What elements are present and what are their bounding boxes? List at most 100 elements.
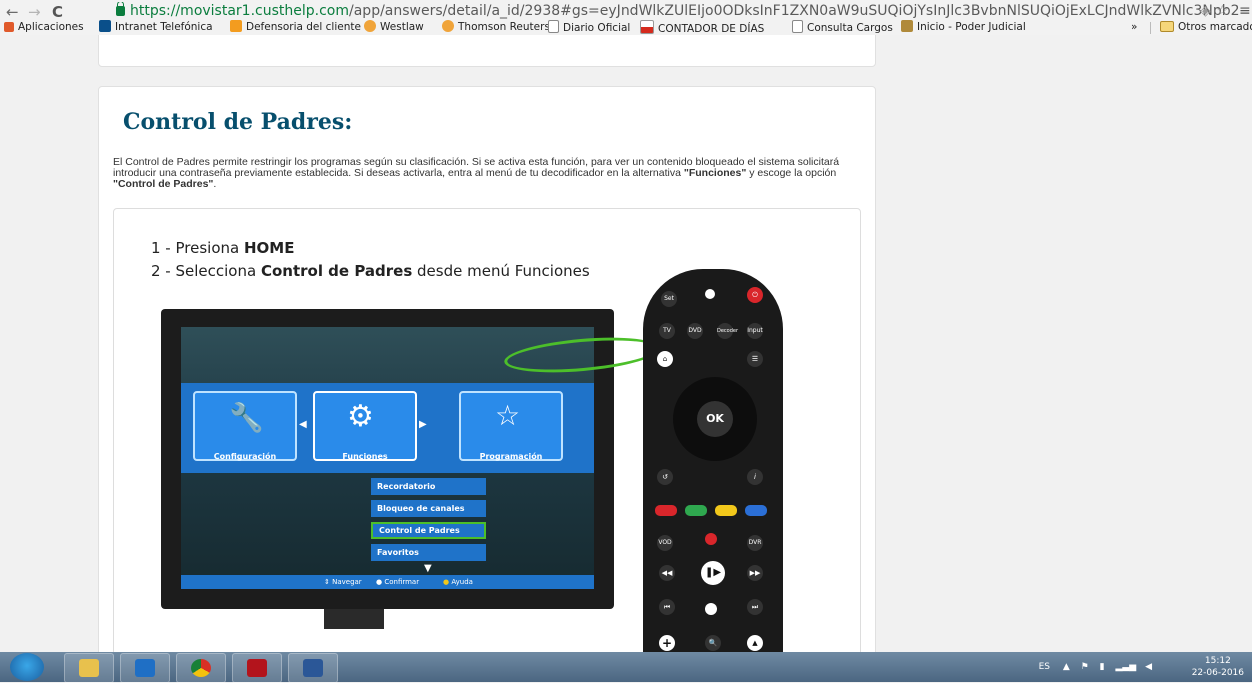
vod-button: VOD	[657, 535, 673, 551]
article-description: El Control de Padres permite restringir …	[113, 157, 873, 190]
bookmark-intranet[interactable]: Intranet Telefónica	[99, 20, 213, 35]
desc-text: y escoge la opción	[746, 167, 837, 179]
bookmark-diario[interactable]: Diario Oficial	[548, 20, 630, 36]
page-icon	[548, 20, 559, 33]
flag-icon[interactable]: ⚑	[1081, 662, 1089, 672]
bookmark-label: Consulta Cargos	[807, 22, 893, 34]
star-icon[interactable]: ☆	[1216, 2, 1229, 20]
down-arrow-icon: ▼	[424, 563, 432, 574]
court-icon	[901, 20, 913, 32]
taskbar-chrome[interactable]	[176, 653, 226, 683]
word-icon	[303, 659, 323, 677]
apps-grid-icon	[4, 22, 14, 32]
dpad: OK	[673, 377, 757, 461]
chrome-icon	[191, 659, 211, 677]
step-bold: Control de Padres	[260, 262, 413, 280]
wrench-icon: 🔧	[229, 401, 264, 434]
navigate-hint: ⇕ Navegar	[324, 578, 362, 586]
bookmark-label: Intranet Telefónica	[115, 21, 213, 33]
set-button: Set	[661, 291, 677, 307]
bookmark-consulta[interactable]: Consulta Cargos	[792, 20, 893, 36]
start-button[interactable]	[10, 653, 44, 681]
desc-bold: "Funciones"	[683, 167, 747, 179]
step-text: desde menú Funciones	[412, 262, 590, 280]
volume-icon[interactable]: ◀	[1145, 662, 1152, 672]
language-indicator[interactable]: ES	[1039, 662, 1050, 672]
rewind-icon: ◀◀	[659, 565, 675, 581]
chile-flag-icon	[640, 20, 654, 34]
forward-icon[interactable]: →	[28, 3, 41, 21]
bookmark-label: Thomson Reuters	[458, 21, 550, 33]
play-pause-icon: ❚▶	[701, 561, 725, 585]
lock-icon	[116, 2, 125, 16]
power-plug-icon[interactable]: ▮	[1100, 662, 1105, 672]
show-hidden-icon[interactable]: ▲	[1063, 662, 1070, 672]
led-indicator	[705, 289, 715, 299]
bookmark-label: CONTADOR DE DÍAS	[658, 23, 765, 35]
bookmark-westlaw[interactable]: Westlaw	[364, 20, 424, 35]
right-arrow-icon: ▶	[419, 419, 427, 430]
divider	[1150, 22, 1151, 34]
step-1: 1 - Presiona HOME	[151, 239, 294, 257]
help-hint: ● Ayuda	[443, 578, 473, 586]
outlook-icon	[135, 659, 155, 677]
fast-forward-icon: ▶▶	[747, 565, 763, 581]
left-arrow-icon: ◀	[299, 419, 307, 430]
bookmarks-bar: Aplicaciones Intranet Telefónica Defenso…	[0, 20, 1252, 35]
record-icon	[705, 533, 717, 545]
instruction-image: 1 - Presiona HOME 2 - Selecciona Control…	[113, 208, 861, 652]
tile-label: Configuración	[213, 452, 277, 461]
network-icon[interactable]: ▂▃▅	[1115, 662, 1136, 672]
tile-label: Programación	[479, 452, 543, 461]
step-2: 2 - Selecciona Control de Padres desde m…	[151, 262, 590, 280]
telefonica-icon	[99, 20, 111, 32]
westlaw-icon	[364, 20, 376, 32]
bookmark-defensoria[interactable]: Defensoria del cliente	[230, 20, 361, 35]
ch-up-icon: ▲	[747, 635, 763, 651]
tv-stand	[324, 609, 384, 629]
address-bar[interactable]: https://movistar1.custhelp.com/app/answe…	[116, 2, 1240, 20]
stop-icon	[705, 603, 717, 615]
blue-key	[745, 505, 767, 516]
star-icon: ☆	[495, 399, 521, 432]
page-icon	[792, 20, 803, 33]
input-button: Input	[747, 323, 763, 339]
tile-programacion: ☆ Programación	[459, 391, 563, 461]
decoder-button: Decoder	[717, 323, 738, 339]
bookmark-label: Inicio - Poder Judicial	[917, 21, 1026, 33]
back-icon: ↺	[657, 469, 673, 485]
ok-button: OK	[697, 401, 733, 437]
hint-label: Confirmar	[384, 578, 420, 586]
bookmark-apps[interactable]: Aplicaciones	[4, 20, 84, 35]
shield-icon[interactable]: ◈	[1200, 2, 1211, 20]
bookmark-poder-judicial[interactable]: Inicio - Poder Judicial	[901, 20, 1026, 35]
more-bookmarks-button[interactable]: »	[1131, 20, 1137, 35]
skip-forward-icon: ⏭	[747, 599, 763, 615]
clock[interactable]: 15:12 22-06-2016	[1192, 655, 1244, 679]
system-tray: ES ▲ ⚑ ▮ ▂▃▅ ◀	[1039, 652, 1152, 682]
step-text: 1 - Presiona	[151, 239, 244, 257]
menu-icon[interactable]: ≡	[1239, 2, 1251, 20]
url-path: /app/answers/detail/a_id/2938#gs=eyJndWl…	[349, 3, 1240, 19]
search-icon: 🔍	[705, 635, 721, 651]
funciones-menu: Recordatorio Bloqueo de canales Control …	[371, 478, 486, 566]
clock-date: 22-06-2016	[1191, 668, 1244, 678]
bookmark-thomson[interactable]: Thomson Reuters	[442, 20, 550, 35]
guide-icon: ☰	[747, 351, 763, 367]
bookmark-label: Diario Oficial	[563, 22, 631, 34]
back-icon[interactable]: ←	[6, 3, 19, 21]
reload-icon[interactable]: C	[52, 3, 63, 21]
other-bookmarks[interactable]: Otros marcadore	[1160, 20, 1252, 35]
folder-icon	[1160, 21, 1174, 32]
thomson-icon	[442, 20, 454, 32]
taskbar-outlook[interactable]	[120, 653, 170, 683]
step-bold: HOME	[243, 239, 295, 257]
acrobat-icon	[247, 659, 267, 677]
taskbar-explorer[interactable]	[64, 653, 114, 683]
hint-label: Navegar	[332, 578, 362, 586]
clock-time: 15:12	[1204, 656, 1231, 666]
taskbar: ES ▲ ⚑ ▮ ▂▃▅ ◀ 15:12 22-06-2016	[0, 652, 1252, 683]
taskbar-word[interactable]	[288, 653, 338, 683]
page-content: Control de Padres: El Control de Padres …	[0, 35, 1252, 652]
taskbar-acrobat[interactable]	[232, 653, 282, 683]
